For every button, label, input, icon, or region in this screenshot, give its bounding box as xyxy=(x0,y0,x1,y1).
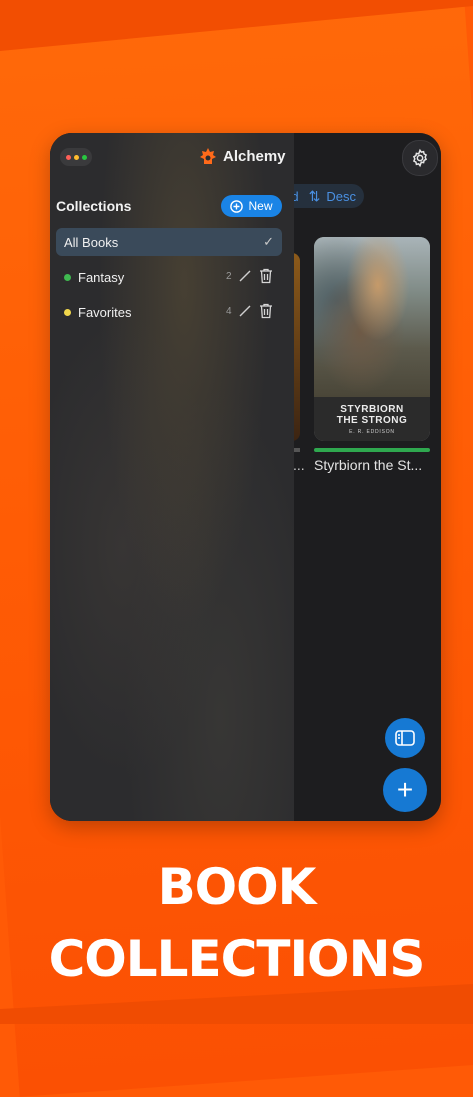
collection-row-fantasy[interactable]: Fantasy 2 xyxy=(56,263,282,291)
book-card[interactable]: STYRBIORN THE STRONG E. R. EDDISON xyxy=(314,237,430,441)
new-collection-button[interactable]: New xyxy=(221,195,282,217)
headline-line-1: BOOK xyxy=(157,858,317,916)
collection-label: Favorites xyxy=(78,304,132,320)
minimize-dot[interactable] xyxy=(73,154,79,160)
new-collection-label: New xyxy=(248,199,273,213)
collection-label: Fantasy xyxy=(78,269,125,285)
collection-row-favorites[interactable]: Favorites 4 xyxy=(56,298,282,326)
zoom-dot[interactable] xyxy=(81,154,87,160)
pencil-icon[interactable] xyxy=(238,269,252,283)
book-cover-title-line1: STYRBIORN xyxy=(340,403,404,415)
book-title-partial: ... xyxy=(293,457,305,473)
collection-count: 4 xyxy=(226,306,232,317)
app-name: Alchemy xyxy=(223,148,286,165)
pencil-icon[interactable] xyxy=(238,304,252,318)
book-cover-author: E. R. EDDISON xyxy=(349,428,395,435)
collection-label: All Books xyxy=(64,234,119,250)
sort-direction-label: Desc xyxy=(326,188,356,204)
gear-icon xyxy=(412,148,428,168)
collections-sidebar: Alchemy Collections New All Books ✓ Fant… xyxy=(50,133,294,821)
alchemy-logo-icon xyxy=(200,148,216,164)
plus-circle-icon xyxy=(230,199,244,213)
settings-button[interactable] xyxy=(402,140,438,176)
collections-heading: Collections xyxy=(56,198,132,214)
close-dot[interactable] xyxy=(65,154,71,160)
toggle-sidebar-button[interactable] xyxy=(385,718,425,758)
window-controls[interactable] xyxy=(60,148,92,166)
trash-icon[interactable] xyxy=(259,303,273,319)
sidebar-icon xyxy=(395,730,415,746)
book-progress-bar xyxy=(314,448,430,452)
checkmark-icon: ✓ xyxy=(263,234,274,249)
collection-color-dot xyxy=(64,308,71,316)
app-brand: Alchemy xyxy=(200,148,286,165)
plus-icon: + xyxy=(396,774,414,805)
headline-line-2: COLLECTIONS xyxy=(48,930,426,988)
book-cover-title-line2: THE STRONG xyxy=(336,414,408,426)
collection-row-all-books[interactable]: All Books ✓ xyxy=(56,228,282,256)
book-cover-art xyxy=(314,237,430,397)
collection-count: 2 xyxy=(226,271,232,282)
trash-icon[interactable] xyxy=(259,268,273,284)
sort-arrows-icon: ⇅ xyxy=(308,187,321,204)
book-title: Styrbiorn the St... xyxy=(314,457,423,473)
book-cover-title-band: STYRBIORN THE STRONG E. R. EDDISON xyxy=(314,397,430,441)
add-book-button[interactable]: + xyxy=(383,768,427,812)
app-window: d ⇅ Desc ... STYRBIORN THE STRONG E. R. … xyxy=(50,133,441,821)
collection-color-dot xyxy=(64,273,71,281)
